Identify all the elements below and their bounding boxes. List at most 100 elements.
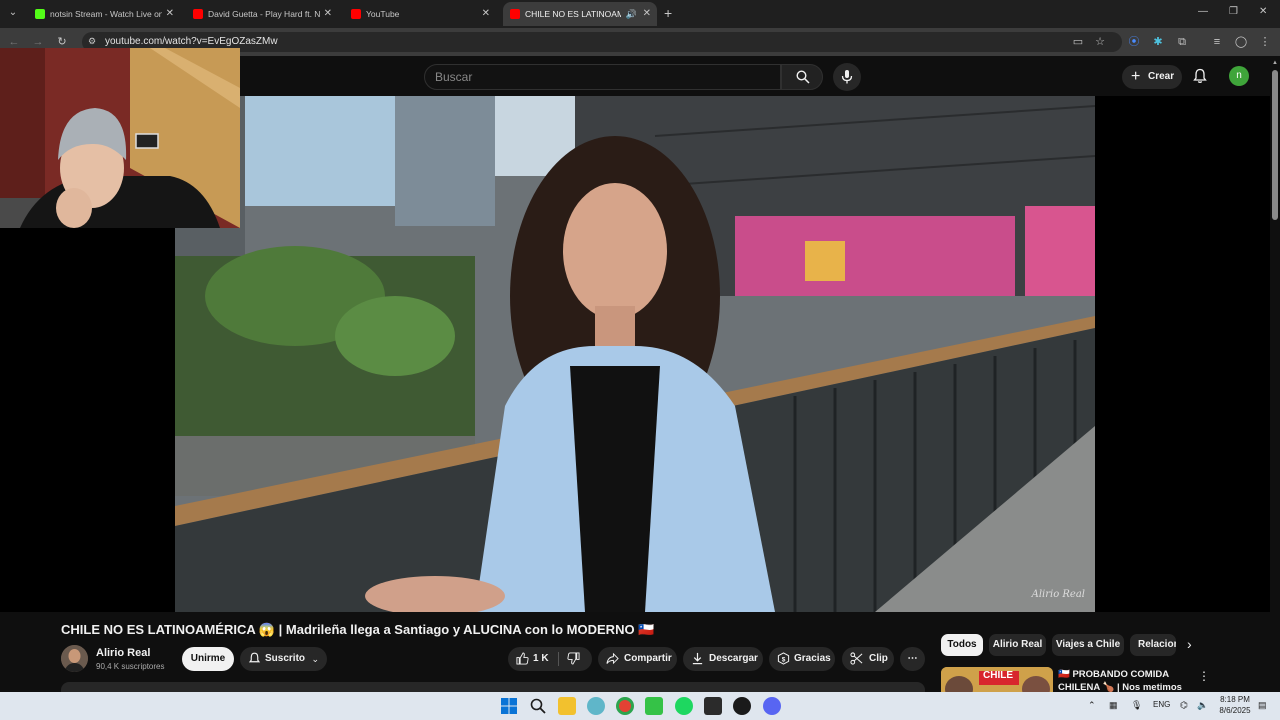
chevron-down-icon: ⌄ [311,654,319,664]
create-label: Crear [1148,71,1175,82]
chip-viajes-a-chile[interactable]: Viajes a Chile [1052,634,1124,656]
browser-tab-kick[interactable]: notsin Stream - Watch Live on K ✕ [28,2,180,26]
channel-avatar[interactable] [61,645,88,672]
windows-start-icon[interactable] [500,697,518,715]
close-tab-icon[interactable]: ✕ [324,2,332,26]
recommendation-thumbnail[interactable]: CHILE [941,667,1053,692]
chevron-right-icon[interactable]: › [1187,636,1192,652]
download-icon [692,652,703,665]
thanks-label: Gracias [794,653,831,664]
chip-alirio-real[interactable]: Alirio Real [989,634,1046,656]
extension-translate-icon[interactable]: ✱ [1150,34,1166,50]
scroll-up-arrow-icon[interactable]: ▲ [1272,60,1278,66]
url-text[interactable]: youtube.com/watch?v=EvEgOZasZMw [105,36,278,47]
file-explorer-icon[interactable] [558,697,576,715]
search-button[interactable] [781,64,823,90]
clock-date: 8/6/2025 [1219,706,1251,715]
bell-icon [248,652,261,663]
windows-taskbar: ⌃ ▦ 🎙 ENG ⌬ 🔈 8:18 PM 8/6/2025 ▤ [0,692,1280,720]
minimize-icon[interactable]: — [1198,6,1208,17]
subscribed-button[interactable]: Suscrito ⌄ [240,647,327,671]
page-scrollbar[interactable]: ▲ [1270,56,1280,692]
recommendation-thumbnail-text: CHILE [983,670,1013,681]
chip-todos[interactable]: Todos [941,634,983,656]
taskbar-clock[interactable]: 8:18 PM 8/6/2025 [1214,694,1256,716]
more-actions-button[interactable]: ⋯ [900,647,925,671]
scrollbar-thumb[interactable] [1272,70,1278,220]
bookmark-star-icon[interactable]: ☆ [1092,34,1108,50]
browser-tab-youtube[interactable]: YouTube ✕ [344,2,496,26]
profile-icon[interactable]: ◯ [1233,34,1249,50]
app-icon[interactable] [587,697,605,715]
tab-title: CHILE NO ES LATINOAMÉRICA [525,9,621,19]
kick-favicon-icon [35,9,45,19]
browser-tab-chile-video[interactable]: CHILE NO ES LATINOAMÉRICA 🔊 ✕ [503,2,657,26]
close-tab-icon[interactable]: ✕ [166,2,174,26]
clock-time: 8:18 PM [1220,695,1250,704]
terminal-icon[interactable] [704,697,722,715]
chip-relacion[interactable]: Relacion [1130,634,1176,656]
create-button[interactable]: + Crear [1122,65,1182,89]
tab-title: YouTube [366,9,400,19]
notifications-icon[interactable]: ▤ [1258,700,1267,711]
network-drive-icon[interactable]: ▦ [1109,700,1118,711]
media-controls-icon[interactable]: ≡ [1209,34,1225,50]
clip-label: Clip [869,653,888,664]
divider [558,652,559,666]
search-input[interactable] [435,65,765,89]
close-window-icon[interactable]: ✕ [1259,6,1267,17]
chevron-up-icon[interactable]: ⌃ [1088,700,1096,711]
streamer-webcam-overlay [0,48,240,228]
close-tab-icon[interactable]: ✕ [482,2,490,26]
youtube-favicon-icon [510,9,520,19]
cast-icon[interactable]: ▭ [1070,34,1086,50]
more-vertical-icon[interactable]: ⋮ [1198,669,1210,683]
discord-icon[interactable] [763,697,781,715]
like-count[interactable]: 1 K [533,653,549,664]
extension-sound-icon[interactable]: ⦿ [1126,34,1142,50]
wifi-icon[interactable]: ⌬ [1180,700,1188,711]
scissors-icon [850,652,863,665]
site-info-icon[interactable]: ⚙ [88,36,100,48]
like-thumb-icon[interactable] [516,652,529,665]
subscriber-count: 90,4 K suscriptores [96,662,165,671]
spotify-icon[interactable] [675,697,693,715]
clip-button[interactable]: Clip [842,647,894,671]
recommendation-title[interactable]: 🇨🇱 PROBANDO COMIDA CHILENA 🍗 | Nos metim… [1058,668,1193,692]
media-app-icon[interactable] [733,697,751,715]
description-box[interactable] [61,682,925,692]
account-avatar[interactable]: n [1229,66,1249,86]
search-icon[interactable] [529,697,547,715]
browser-tab-david-guetta[interactable]: David Guetta - Play Hard ft. Ne ✕ [186,2,338,26]
voice-search-button[interactable] [833,63,861,91]
channel-name[interactable]: Alirio Real [96,647,150,659]
extensions-puzzle-icon[interactable]: ⧉ [1174,34,1190,50]
language-indicator[interactable]: ENG [1153,700,1170,709]
subscribed-label: Suscrito [265,653,306,664]
microphone-icon[interactable]: 🎙 [1131,700,1142,711]
microphone-icon [841,70,853,84]
volume-icon[interactable]: 🔈 [1197,700,1208,711]
super-thanks-icon: $ [777,652,790,665]
join-button[interactable]: Unirme [182,647,234,671]
search-box[interactable] [424,64,781,90]
new-tab-button[interactable]: + [664,4,672,22]
download-label: Descargar [709,653,758,664]
browser-menu-icon[interactable]: ⋮ [1257,34,1273,50]
youtube-favicon-icon [351,9,361,19]
download-button[interactable]: Descargar [683,647,763,671]
search-icon [796,70,810,84]
share-button[interactable]: Compartir [598,647,677,671]
close-tab-icon[interactable]: ✕ [643,2,651,26]
tab-search-button[interactable]: ⌄ [4,4,22,22]
speaker-icon[interactable]: 🔊 [626,2,637,26]
video-frame[interactable]: Alirio Real [175,96,1095,612]
video-scene [175,96,1095,612]
chrome-icon[interactable] [616,697,634,715]
kick-app-icon[interactable] [645,697,663,715]
dislike-thumb-icon[interactable] [567,652,580,665]
channel-watermark: Alirio Real [1031,589,1085,600]
restore-icon[interactable]: ❐ [1229,6,1238,17]
notifications-bell-icon[interactable] [1192,68,1208,84]
thanks-button[interactable]: $ Gracias [769,647,835,671]
